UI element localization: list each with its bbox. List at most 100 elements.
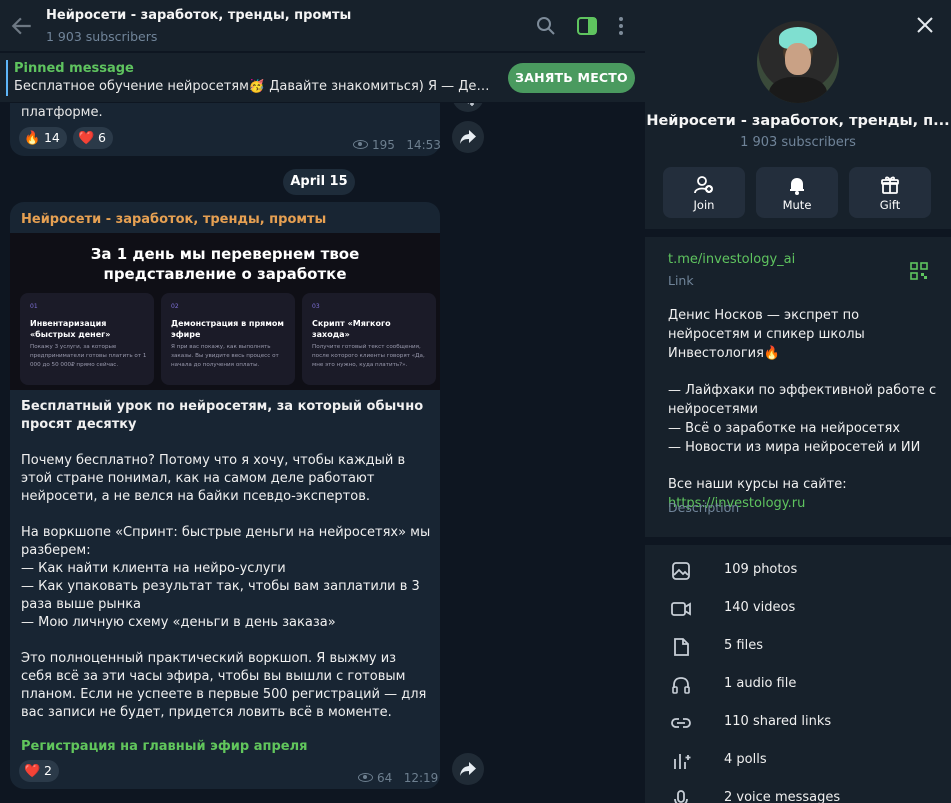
banner-card-1: 01 Инвентаризация «быстрых денег» Покажу… [20, 293, 154, 385]
media-label: 4 polls [724, 752, 767, 767]
media-label: 2 voice messages [724, 790, 841, 803]
media-links-row[interactable]: 110 shared links [645, 704, 951, 742]
more-menu-icon[interactable] [610, 15, 632, 37]
description-bullet: — Всё о заработке на нейросетях [668, 421, 901, 436]
card-desc: Покажу 3 услуги, за которые предпринимат… [30, 344, 147, 368]
channel-link[interactable]: t.me/investology_ai [668, 252, 795, 267]
eye-icon [353, 140, 368, 149]
channel-avatar[interactable] [757, 21, 839, 103]
message-bullet: — Мою личную схему «деньги в день заказа… [21, 615, 336, 630]
video-icon [671, 602, 691, 616]
divider [645, 537, 951, 545]
close-icon[interactable] [915, 15, 935, 35]
gift-button[interactable]: Gift [849, 167, 931, 218]
message-heading: Бесплатный урок по нейросетям, за которы… [21, 399, 424, 432]
banner-card-3: 03 Скрипт «Мягкого захода» Получите гото… [302, 293, 436, 385]
media-label: 110 shared links [724, 714, 832, 729]
fire-emoji-icon: 🔥 [24, 131, 41, 146]
card-desc: Получите готовый текст сообщения, после … [312, 344, 425, 368]
reaction-count: 2 [43, 763, 52, 778]
media-label: 109 photos [724, 562, 798, 577]
pinned-label: Pinned message [14, 61, 134, 76]
description-line: Денис Носков — экспрет по нейросетям и с… [668, 308, 865, 361]
panel-title: Нейросети - заработок, тренды, п... [646, 113, 950, 129]
forward-button-2[interactable] [452, 753, 484, 785]
view-count: 64 [377, 771, 393, 785]
media-label: 1 audio file [724, 676, 797, 691]
media-videos-row[interactable]: 140 videos [645, 590, 951, 628]
media-files-row[interactable]: 5 files [645, 628, 951, 666]
card-title: Демонстрация в прямом эфире [171, 319, 284, 339]
media-photos-row[interactable]: 109 photos [645, 552, 951, 590]
mic-icon [674, 790, 688, 803]
heart-emoji-icon: ❤️ [78, 131, 95, 146]
banner-card-2: 02 Демонстрация в прямом эфире Я при вас… [161, 293, 295, 385]
description-label: Description [668, 500, 740, 515]
gift-label: Gift [879, 198, 901, 212]
chat-area: платформе. 🔥 14 ❤️ 6 195 14:53 April 15 … [0, 0, 645, 803]
mute-button[interactable]: Mute [756, 167, 838, 218]
heart-emoji-icon: ❤️ [24, 764, 41, 779]
reaction-count: 14 [43, 130, 60, 145]
back-arrow-icon[interactable] [10, 14, 34, 38]
card-desc: Я при вас покажу, как выполнять заказы. … [171, 344, 279, 368]
photo-icon [672, 562, 690, 580]
message-time: 12:19 [403, 771, 439, 785]
file-icon [674, 638, 689, 656]
message-paragraph-2: На воркшопе «Спринт: быстрые деньги на н… [21, 525, 431, 558]
join-button[interactable]: Join [663, 167, 745, 218]
media-audio-row[interactable]: 1 audio file [645, 666, 951, 704]
join-label: Join [693, 198, 715, 212]
view-count: 195 [372, 138, 395, 152]
message-meta: 195 14:53 [353, 138, 441, 152]
card-number: 03 [312, 303, 320, 310]
qr-code-icon[interactable] [910, 262, 928, 280]
bell-icon [790, 178, 804, 195]
message-bubble-2[interactable]: Нейросети - заработок, тренды, промты За… [10, 202, 440, 789]
message-text: Бесплатный урок по нейросетям, за которы… [21, 398, 431, 722]
gift-icon [881, 176, 899, 194]
poll-icon [674, 754, 691, 769]
headphones-icon [672, 677, 690, 694]
message-bullet: — Как найти клиента на нейро-услуги [21, 561, 286, 576]
description-bullet: — Лайфхаки по эффективной работе с нейро… [668, 383, 937, 417]
message-paragraph-3: Это полноценный практический воркшоп. Я … [21, 651, 427, 720]
add-user-icon [694, 176, 713, 194]
channel-title[interactable]: Нейросети - заработок, тренды, промты [46, 8, 351, 23]
description-bullet: — Новости из мира нейросетей и ИИ [668, 440, 921, 455]
media-label: 5 files [724, 638, 763, 653]
description-courses: Все наши курсы на сайте: [668, 477, 847, 492]
card-title: Инвентаризация «быстрых денег» [30, 319, 111, 339]
pinned-message-bar[interactable]: Pinned message Бесплатное обучение нейро… [0, 53, 645, 103]
message-bullet: — Как упаковать результат так, чтобы вам… [21, 579, 420, 612]
reaction-heart[interactable]: ❤️ 6 [73, 127, 113, 149]
eye-icon [358, 773, 373, 782]
date-separator: April 15 [283, 169, 355, 195]
message-image[interactable]: За 1 день мы перевернем твое представлен… [10, 233, 440, 390]
forward-arrow-icon [460, 762, 476, 776]
subscriber-count: 1 903 subscribers [46, 29, 158, 44]
media-polls-row[interactable]: 4 polls [645, 742, 951, 780]
sidebar-toggle-icon[interactable] [576, 15, 598, 37]
card-title: Скрипт «Мягкого захода» [312, 319, 391, 339]
message-time: 14:53 [406, 138, 441, 152]
media-label: 140 videos [724, 600, 796, 615]
pinned-indicator [6, 60, 8, 96]
banner-title-line-1: За 1 день мы перевернем твое [90, 245, 360, 263]
message-paragraph-1: Почему бесплатно? Потому что я хочу, что… [21, 453, 406, 504]
reaction-fire[interactable]: 🔥 14 [19, 127, 67, 149]
search-icon[interactable] [535, 15, 557, 37]
registration-link[interactable]: Регистрация на главный эфир апреля [21, 739, 307, 754]
message-text: платформе. [21, 105, 103, 120]
channel-description: Денис Носков — экспрет по нейросетям и с… [668, 306, 938, 513]
media-voice-row[interactable]: 2 voice messages [645, 780, 951, 803]
card-number: 01 [30, 303, 38, 310]
pinned-action-button[interactable]: ЗАНЯТЬ МЕСТО [508, 63, 635, 93]
reaction-heart[interactable]: ❤️ 2 [19, 760, 59, 782]
forward-arrow-icon [460, 130, 476, 144]
divider [645, 229, 951, 237]
message-author[interactable]: Нейросети - заработок, тренды, промты [21, 212, 326, 227]
card-number: 02 [171, 303, 179, 310]
link-icon [671, 718, 691, 728]
forward-button-1[interactable] [452, 121, 484, 153]
